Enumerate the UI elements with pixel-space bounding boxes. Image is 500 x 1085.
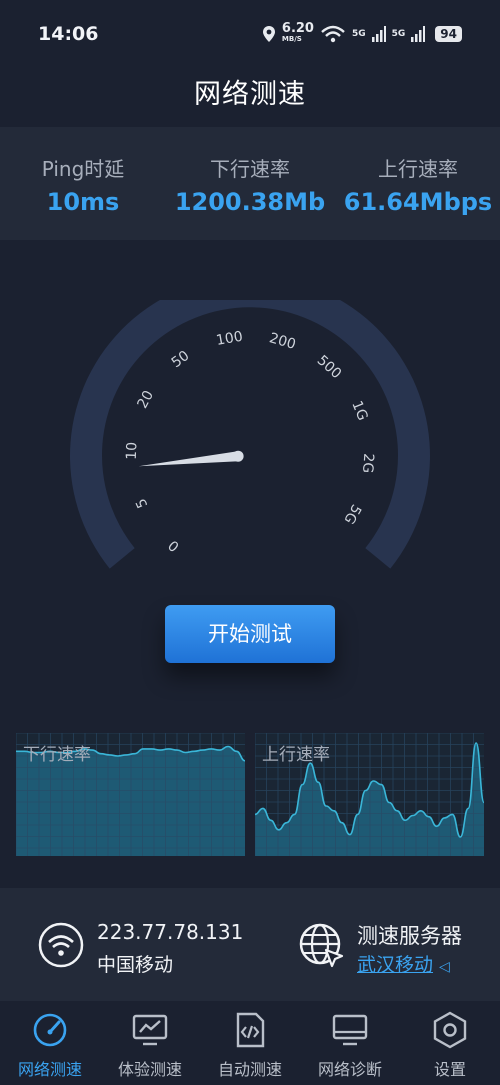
ping-stat: Ping时延 10ms: [23, 153, 143, 216]
download-chart-label: 下行速率: [23, 745, 91, 765]
nav-label: 设置: [433, 1060, 466, 1079]
server-name: 武汉移动: [357, 954, 434, 976]
wifi-icon: [321, 25, 345, 43]
ping-value: 10ms: [46, 188, 120, 216]
nav-label: 网络测速: [17, 1060, 82, 1079]
gauge-track: [70, 300, 430, 569]
server-selector[interactable]: 武汉移动 ◁: [357, 950, 450, 977]
ip-address: 223.77.78.131: [97, 920, 244, 944]
speed-gauge: 0 5 10 20 50 100 200 5001G 2G 5G: [70, 300, 430, 569]
gauge-tick-label: 5: [133, 496, 151, 511]
upload-chart-label: 上行速率: [262, 745, 330, 765]
speedometer-icon: [33, 1013, 67, 1047]
upload-stat: 上行速率 61.64Mbps: [338, 153, 498, 216]
download-value: 1200.38Mb: [174, 188, 326, 216]
upload-value: 61.64Mbps: [343, 188, 493, 216]
wifi-circle-icon: [38, 922, 84, 968]
nav-label: 体验测速: [117, 1060, 182, 1079]
code-document-icon: [236, 1012, 265, 1048]
signal-label-1: 5G: [351, 29, 366, 39]
gauge-tick-label: 5G: [340, 501, 364, 526]
page-title: 网络测速: [194, 79, 306, 110]
signal-bars-icon: [411, 26, 426, 42]
gauge-tick-label: 0: [166, 536, 183, 554]
network-info-panel: 223.77.78.131 中国移动 测速服务器 武汉移动 ◁: [0, 888, 500, 1001]
download-stat: 下行速率 1200.38Mb: [170, 153, 330, 216]
gauge-tick-label: 10: [124, 442, 141, 460]
gauge-needle-hub: [232, 450, 244, 462]
gauge-tick-label: 20: [135, 388, 157, 411]
upload-label: 上行速率: [378, 157, 458, 181]
signal-label-2: 5G: [391, 29, 406, 39]
settings-hexagon-icon: [433, 1011, 467, 1049]
gauge-tick-label: 2G: [359, 453, 376, 474]
gauge-tick-label: 500: [314, 352, 345, 382]
download-chart: 下行速率: [16, 733, 245, 856]
globe-cursor-icon: [299, 923, 344, 968]
gauge-tick-label: 200: [267, 330, 297, 353]
monitor-chart-icon: [132, 1014, 168, 1046]
caret-left-icon: ◁: [439, 959, 450, 975]
gauge-tick-label: 1G: [348, 399, 370, 423]
status-icons: 6.20 MB/S 5G 5G 94: [262, 21, 462, 44]
upload-chart: 上行速率: [255, 733, 484, 856]
server-label: 测速服务器: [357, 924, 462, 948]
nav-item-network-diagnosis[interactable]: 网络诊断: [300, 1001, 400, 1085]
nav-item-speed-test[interactable]: 网络测速: [0, 1001, 100, 1085]
gauge-tick-label: 100: [215, 329, 244, 349]
signal-bars-icon: [371, 26, 386, 42]
nav-label: 网络诊断: [317, 1060, 382, 1079]
bottom-nav: 网络测速 体验测速 自动测速 网络诊断 设置: [0, 1001, 500, 1085]
nav-item-experience-test[interactable]: 体验测速: [100, 1001, 200, 1085]
status-time: 14:06: [38, 23, 99, 45]
network-speed-indicator: 6.20 MB/S: [281, 21, 314, 43]
status-bar: 14:06 6.20 MB/S 5G 5G 94: [0, 0, 500, 68]
gauge-needle: [138, 451, 239, 467]
nav-label: 自动测速: [217, 1060, 282, 1079]
location-icon: [262, 26, 275, 42]
nav-item-auto-test[interactable]: 自动测速: [200, 1001, 300, 1085]
monitor-icon: [332, 1014, 368, 1046]
download-label: 下行速率: [210, 157, 290, 181]
ping-label: Ping时延: [41, 157, 125, 181]
nav-item-settings[interactable]: 设置: [400, 1001, 500, 1085]
battery-indicator: 94: [435, 26, 462, 42]
gauge-tick-label: 50: [169, 348, 193, 371]
isp-name: 中国移动: [97, 954, 174, 976]
speed-stats-panel: Ping时延 10ms 下行速率 1200.38Mb 上行速率 61.64Mbp…: [0, 127, 500, 240]
start-test-button[interactable]: 开始测试: [165, 605, 335, 663]
